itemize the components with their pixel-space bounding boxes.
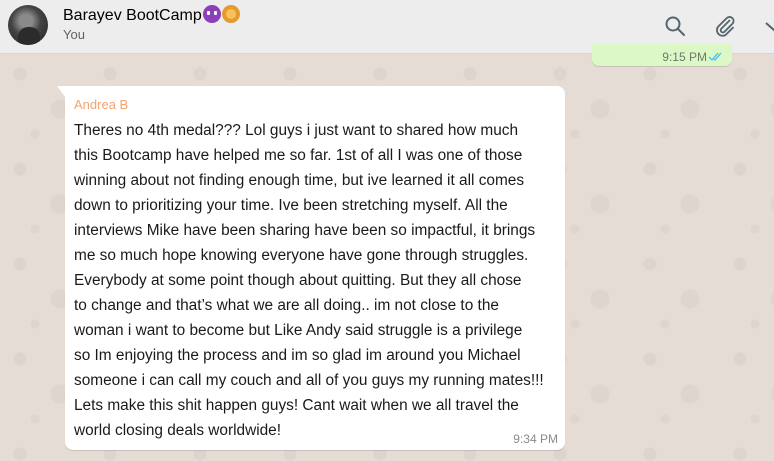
message-line: Theres no 4th medal??? Lol guys i just w…: [74, 122, 519, 139]
message-line: me so much hope knowing everyone have go…: [74, 247, 529, 264]
message-line: down to prioritizing your time. Ive been…: [74, 197, 508, 214]
group-avatar[interactable]: [8, 5, 48, 45]
smiling-devil-emoji: [202, 5, 221, 23]
message-line: someone i can call my couch and all of y…: [74, 372, 544, 389]
message-line: so Im enjoying the process and im so gla…: [74, 347, 521, 364]
message-line: world closing deals worldwide!: [74, 422, 282, 439]
chat-title[interactable]: Barayev BootCamp: [63, 5, 240, 25]
message-line: Everybody at some point though about qui…: [74, 272, 522, 289]
chat-title-text: Barayev BootCamp: [63, 7, 202, 24]
message-line: woman i want to become but Like Andy sai…: [74, 322, 523, 339]
message-time: 9:15 PM: [662, 50, 707, 64]
message-line: Lets make this shit happen guys! Cant wa…: [74, 397, 519, 414]
message-line: this Bootcamp have helped me so far. 1st…: [74, 147, 523, 164]
outgoing-message-bubble[interactable]: 9:15 PM: [592, 44, 732, 66]
lion-emoji: [221, 5, 240, 23]
message-line: winning about not finding enough time, b…: [74, 172, 525, 189]
menu-icon[interactable]: [762, 14, 774, 38]
sender-name[interactable]: Andrea B: [74, 97, 128, 112]
message-line: to change and that’s what we are all doi…: [74, 297, 499, 314]
paperclip-icon[interactable]: [713, 14, 737, 38]
message-line: interviews Mike have been sharing have b…: [74, 222, 536, 239]
double-check-read-icon: [708, 52, 722, 62]
message-time: 9:34 PM: [513, 432, 558, 446]
chat-subtitle: You: [63, 27, 85, 42]
search-icon[interactable]: [663, 14, 687, 38]
incoming-message-bubble[interactable]: Andrea B Theres no 4th medal??? Lol guys…: [65, 86, 565, 450]
message-text: Theres no 4th medal??? Lol guys i just w…: [74, 118, 560, 443]
